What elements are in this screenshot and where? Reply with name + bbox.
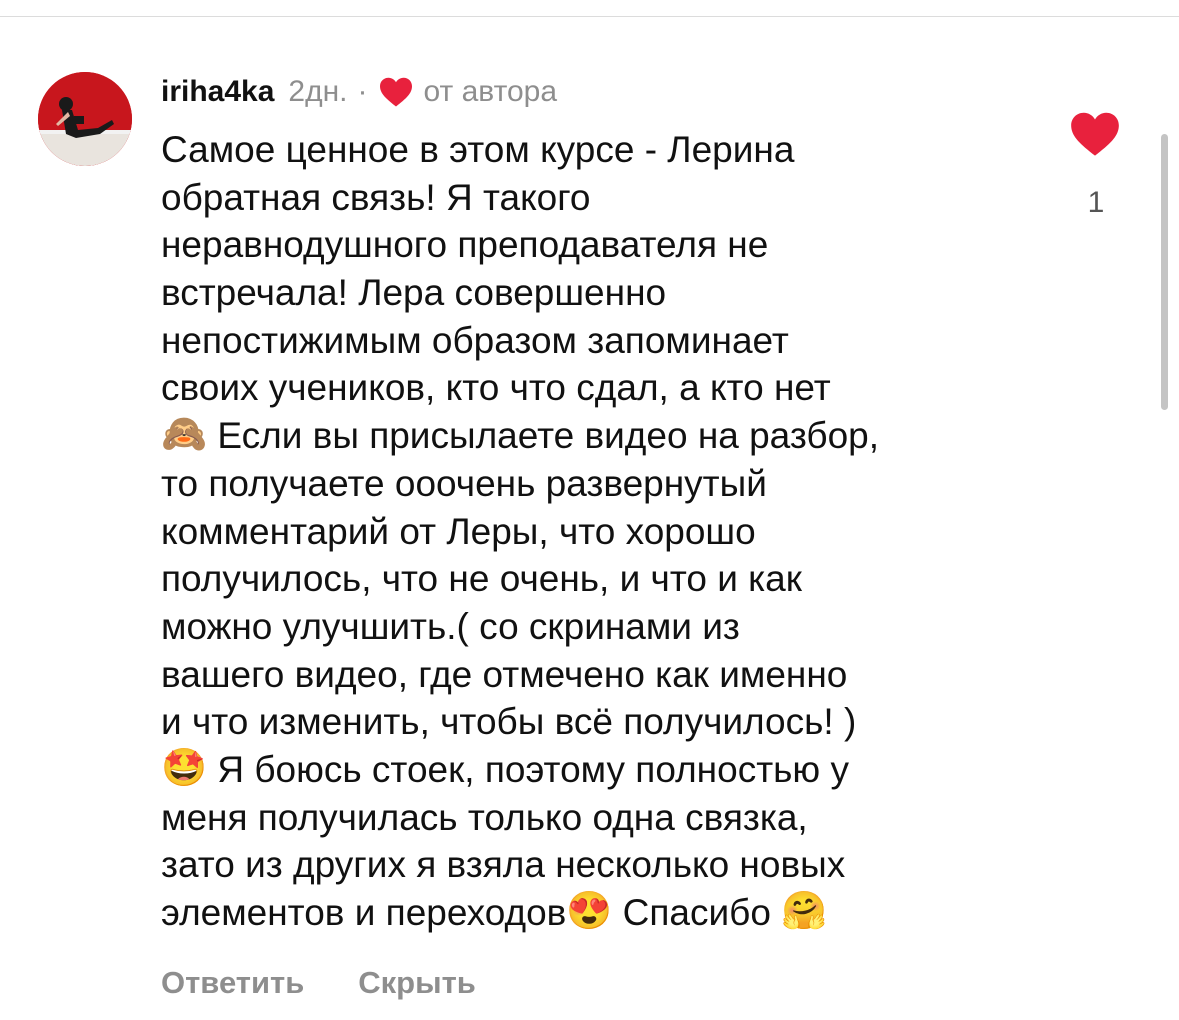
comment-line: то получаете ооочень развернутый xyxy=(161,462,767,504)
comment-line: непостижимым образом запоминает xyxy=(161,319,789,361)
comment-line: Я боюсь стоек, поэтому полностью у xyxy=(217,748,849,790)
hide-button[interactable]: Скрыть xyxy=(358,965,476,1001)
comment-line: обратная связь! Я такого xyxy=(161,176,591,218)
hugging-face-icon: 🤗 xyxy=(781,890,828,932)
meta-separator: · xyxy=(357,75,368,108)
comment-line-with-emoji: элементов и переходов😍 Спасибо 🤗 xyxy=(161,889,1021,937)
like-count[interactable]: 1 xyxy=(1078,186,1114,220)
comment-line: вашего видео, где отмечено как именно xyxy=(161,653,848,695)
comment-line: Если вы присылаете видео на разбор, xyxy=(217,415,880,457)
username[interactable]: iriha4ka xyxy=(161,75,274,109)
star-struck-icon: 🤩 xyxy=(161,747,208,789)
comment-meta: iriha4ka 2дн. · от автора xyxy=(161,72,557,112)
top-divider xyxy=(0,16,1179,17)
comment-line: зато из других я взяла несколько новых xyxy=(161,844,846,886)
comment-line: Спасибо xyxy=(622,892,771,933)
comment-line-with-emoji: 🤩 Я боюсь стоек, поэтому полностью у xyxy=(161,746,1021,794)
comment-line: получилось, что не очень, и что и как xyxy=(161,558,802,600)
comment-text: Самое ценное в этом курсе - Лерина обрат… xyxy=(161,126,1021,937)
comment-line: и что изменить, чтобы всё получилось! ) xyxy=(161,701,857,743)
comment-line: Самое ценное в этом курсе - Лерина xyxy=(161,129,795,170)
timestamp: 2дн. xyxy=(288,75,348,108)
like-button[interactable] xyxy=(1069,110,1121,158)
comment-actions: Ответить Скрыть xyxy=(161,965,476,1001)
scrollbar[interactable] xyxy=(1161,134,1168,410)
comment-line: встречала! Лера совершенно xyxy=(161,272,667,314)
heart-eyes-icon: 😍 xyxy=(566,890,613,932)
author-heart-icon xyxy=(378,76,414,108)
comment-line: комментарий от Леры, что хорошо xyxy=(161,510,756,552)
comment-line: можно улучшить.( со скринами из xyxy=(161,605,740,647)
comment-line: своих учеников, кто что сдал, а кто нет xyxy=(161,367,831,409)
reply-button[interactable]: Ответить xyxy=(161,965,304,1001)
author-badge: от автора xyxy=(423,75,558,108)
avatar-photo xyxy=(38,72,132,166)
comment-line-with-emoji: 🙈 Если вы присылаете видео на разбор, xyxy=(161,412,1021,460)
comment-line: неравнодушного преподавателя не xyxy=(161,224,769,266)
heart-icon xyxy=(1071,112,1119,156)
comment-line: меня получилась только одна связка, xyxy=(161,796,808,838)
see-no-evil-monkey-icon: 🙈 xyxy=(161,413,208,455)
comment-line: элементов и переходов xyxy=(161,892,567,933)
avatar[interactable] xyxy=(38,72,132,166)
